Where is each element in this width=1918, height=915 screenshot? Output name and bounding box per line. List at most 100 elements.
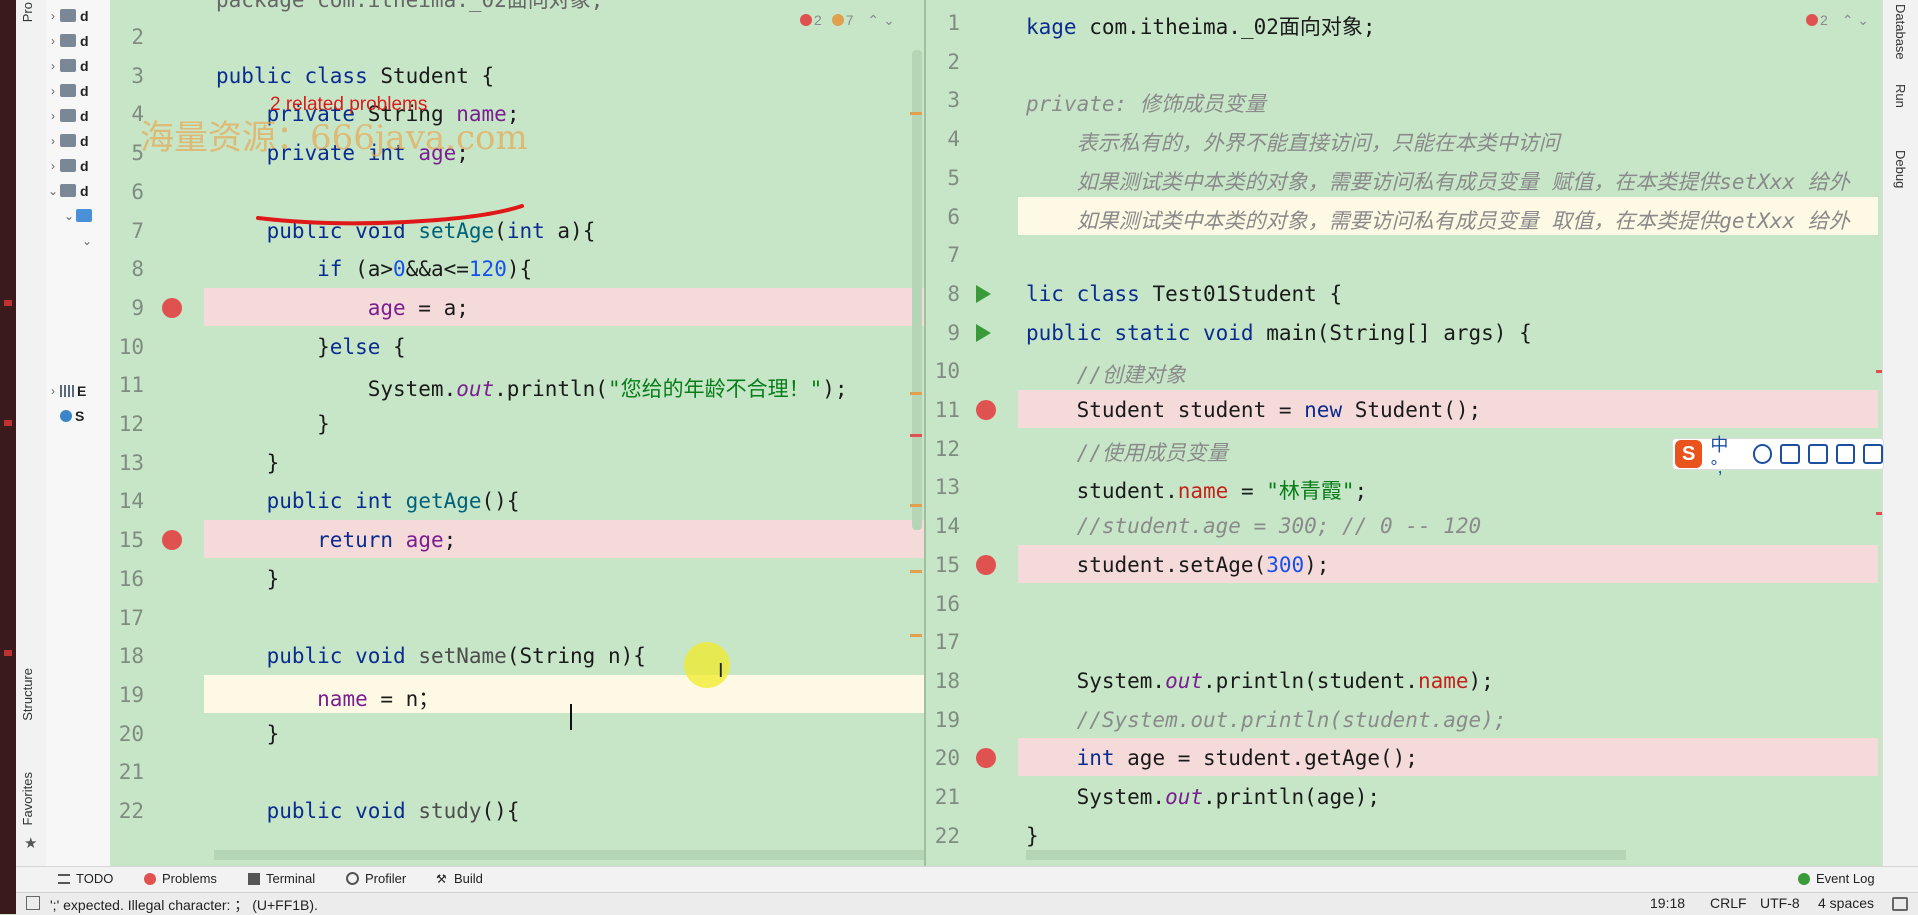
breakpoint-icon[interactable] (162, 530, 182, 551)
ime-toolbar[interactable]: S 中 °, (1672, 435, 1884, 477)
code-line[interactable]: //使用成员变量 (1026, 437, 1228, 467)
tree-item[interactable]: ⌄ d (46, 178, 110, 203)
tree-item[interactable]: › d (46, 153, 110, 178)
chevron-icon[interactable]: ⌄ (46, 184, 60, 198)
code-line[interactable]: 如果测试类中本类的对象，需要访问私有成员变量 赋值，在本类提供setXxx 给外 (1026, 166, 1850, 196)
panel-toggle-icon[interactable] (26, 896, 40, 910)
horizontal-scrollbar-right[interactable] (1026, 850, 1626, 860)
mic-icon[interactable] (1780, 444, 1801, 464)
tree-item[interactable]: › d (46, 28, 110, 53)
inspection-widget-right[interactable]: 2 ⌃ ⌄ (1806, 12, 1869, 29)
code-line[interactable]: lic class Test01Student { (1026, 282, 1342, 306)
code-line[interactable]: } (1026, 824, 1039, 848)
structure-tool-button[interactable]: Structure (20, 668, 35, 721)
breakpoint-icon[interactable] (976, 554, 996, 575)
breakpoint-icon[interactable] (162, 297, 182, 318)
line-number: 13 (118, 450, 144, 475)
chevron-icon[interactable]: › (46, 84, 60, 98)
line-number: 12 (118, 412, 144, 436)
editor-scrollbar[interactable] (912, 50, 922, 530)
run-tool-button[interactable]: Run (1893, 84, 1908, 108)
chevron-icon[interactable]: › (46, 9, 60, 23)
problems-tab[interactable]: Problems (144, 871, 217, 886)
sogou-logo-icon: S (1675, 440, 1703, 468)
line-number: 17 (934, 630, 960, 655)
code-line[interactable]: int age = student.getAge(); (1026, 746, 1418, 770)
code-line[interactable]: kage com.itheima._02面向对象; (1026, 11, 1376, 41)
grid-icon[interactable] (1863, 444, 1883, 464)
tree-item[interactable]: › d (46, 78, 110, 103)
right-tool-stripe: Database Run Debug (1882, 0, 1918, 866)
code-line[interactable]: } (216, 567, 280, 591)
line-number: 11 (118, 373, 144, 398)
code-line[interactable]: if (a>0&&a<=120){ (216, 257, 532, 281)
code-line[interactable]: //创建对象 (1026, 359, 1186, 389)
tree-item-label: d (80, 157, 89, 174)
event-log-icon (1798, 872, 1810, 885)
terminal-tab[interactable]: Terminal (248, 871, 315, 886)
code-line[interactable]: student.setAge(300); (1026, 553, 1330, 577)
code-line[interactable]: 表示私有的，外界不能直接访问，只能在本类中访问 (1026, 127, 1560, 157)
line-number: 13 (934, 475, 960, 500)
code-line[interactable]: } (216, 722, 280, 746)
chevron-icon[interactable]: › (46, 109, 60, 123)
code-line[interactable]: } (216, 451, 280, 475)
code-line[interactable]: public void setName(String n){ (216, 644, 646, 668)
breakpoint-icon[interactable] (976, 400, 996, 420)
run-gutter-icon[interactable] (976, 323, 991, 342)
chevron-icon[interactable]: › (46, 34, 60, 48)
code-line[interactable]: name = n； (216, 683, 439, 713)
tree-item[interactable]: › d (46, 53, 110, 78)
tree-item-label: d (80, 182, 89, 199)
code-line[interactable]: public static void main(String[] args) { (1026, 321, 1532, 345)
code-line[interactable]: //student.age = 300; // 0 -- 120 (1026, 514, 1482, 538)
folder-icon (60, 9, 76, 22)
keyboard-icon[interactable] (1808, 444, 1828, 464)
profiler-tab[interactable]: Profiler (346, 871, 406, 886)
code-line[interactable]: Student student = new Student(); (1026, 398, 1482, 422)
code-line[interactable]: public void study(){ (216, 799, 520, 823)
indent-setting[interactable]: 4 spaces (1818, 895, 1874, 911)
code-line[interactable]: private: 修饰成员变量 (1026, 88, 1266, 118)
tree-item[interactable]: › d (46, 128, 110, 153)
lock-icon[interactable] (1892, 897, 1908, 911)
file-encoding[interactable]: UTF-8 (1760, 895, 1800, 911)
code-line[interactable]: 如果测试类中本类的对象，需要访问私有成员变量 取值，在本类提供getXxx 给外 (1026, 205, 1850, 235)
event-log-tab[interactable]: Event Log (1798, 871, 1875, 886)
code-line[interactable]: public class Student { (216, 64, 494, 88)
build-tab[interactable]: ⚒ Build (436, 871, 483, 886)
tree-item-external-libraries[interactable]: › E (46, 378, 110, 403)
todo-tab[interactable]: TODO (58, 871, 113, 886)
code-line[interactable]: return age; (216, 528, 456, 552)
tree-item-child[interactable]: ⌄ (46, 203, 110, 228)
code-line[interactable]: public int getAge(){ (216, 489, 520, 513)
chevron-icon[interactable]: › (46, 59, 60, 73)
error-icon (1806, 14, 1818, 26)
database-tool-button[interactable]: Database (1893, 4, 1908, 60)
project-tool-button[interactable]: Pro (20, 2, 35, 22)
code-line[interactable]: } (216, 412, 330, 436)
line-separator[interactable]: CRLF (1710, 895, 1747, 911)
tree-item-scratches[interactable]: S (46, 403, 110, 428)
code-line[interactable]: age = a; (216, 296, 469, 320)
favorites-tool-button[interactable]: Favorites (20, 772, 35, 825)
tree-item[interactable]: › d (46, 103, 110, 128)
code-line[interactable]: //System.out.println(student.age); (1026, 708, 1507, 732)
run-gutter-icon[interactable] (976, 284, 991, 303)
inspection-widget[interactable]: 2 7 ⌃ ⌄ (800, 12, 895, 29)
caret-position[interactable]: 19:18 (1650, 895, 1685, 911)
code-line[interactable]: System.out.println(student.name); (1026, 669, 1494, 693)
code-line[interactable]: }else { (216, 335, 406, 359)
horizontal-scrollbar[interactable] (214, 850, 924, 860)
line-number: 21 (934, 785, 960, 809)
skin-icon[interactable] (1835, 444, 1856, 464)
chevron-icon[interactable]: › (46, 134, 60, 148)
debug-tool-button[interactable]: Debug (1893, 150, 1908, 188)
code-line[interactable]: student.name = "林青霞"; (1026, 475, 1368, 505)
code-line[interactable]: System.out.println("您给的年龄不合理！"); (216, 373, 848, 403)
emoji-icon[interactable] (1752, 444, 1773, 464)
code-line[interactable]: System.out.println(age); (1026, 785, 1380, 809)
chevron-icon[interactable]: › (46, 159, 60, 173)
tree-item-child[interactable]: ⌄ (46, 228, 110, 253)
tree-item[interactable]: › d (46, 3, 110, 28)
